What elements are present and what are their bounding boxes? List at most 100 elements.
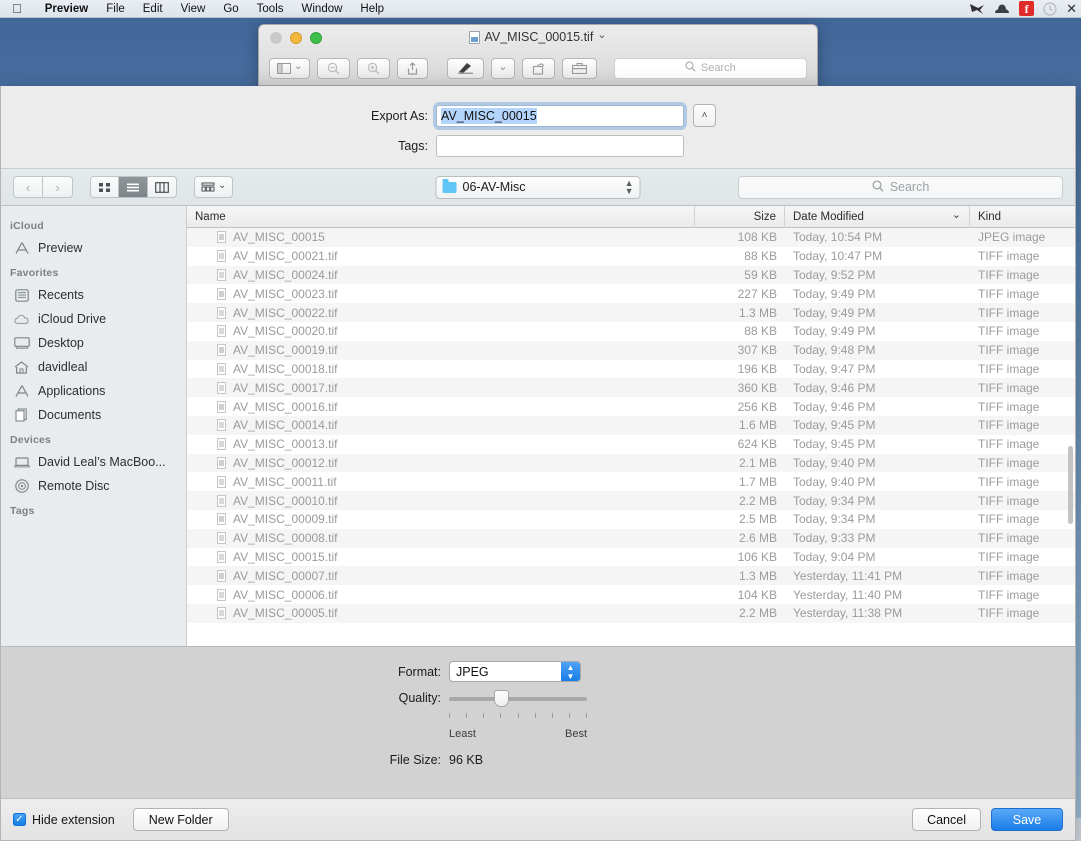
file-name-text: AV_MISC_00005.tif — [233, 606, 338, 621]
menu-item-view[interactable]: View — [172, 3, 215, 15]
share-button[interactable] — [397, 57, 429, 79]
menu-item-preview[interactable]: Preview — [36, 3, 97, 15]
view-mode-group — [90, 176, 177, 198]
file-name-text: AV_MISC_00021.tif — [233, 249, 338, 264]
sidebar-item-applications[interactable]: Applications — [1, 379, 186, 403]
hide-extension-checkbox[interactable]: ✓ — [13, 813, 26, 826]
format-select[interactable]: JPEG ▲ ▼ — [449, 661, 581, 682]
table-row[interactable]: AV_MISC_00024.tif 59 KB Today, 9:52 PM TIFF… — [187, 265, 1075, 285]
export-as-input[interactable]: AV_MISC_00015 — [436, 104, 684, 127]
table-row[interactable] — [187, 622, 1075, 642]
table-row[interactable]: AV_MISC_00007.tif 1.3 MB Yesterday, 11:41 … — [187, 566, 1075, 586]
title-chevron-down-icon[interactable]: ⌄ — [597, 28, 606, 41]
sidebar-item-label: davidleal — [38, 360, 88, 374]
sidebar-item-macbook[interactable]: David Leal’s MacBoo... — [1, 450, 186, 474]
export-save-sheet: Export As: AV_MISC_00015 ˄ Tags: ‹ › ⌄ 0… — [0, 86, 1076, 841]
menu-item-window[interactable]: Window — [293, 3, 352, 15]
leastbest-spacer — [1, 727, 441, 741]
sidebar-toggle-button[interactable]: ⌄ — [269, 57, 311, 79]
column-header-date-modified[interactable]: Date Modified ⌄ — [785, 205, 970, 228]
arrange-by-button[interactable]: ⌄ — [194, 176, 234, 198]
table-row[interactable]: AV_MISC_00022.tif 1.3 MB Today, 9:49 PM TIF… — [187, 303, 1075, 322]
file-icon — [217, 250, 226, 263]
table-row[interactable]: AV_MISC_00005.tif 2.2 MB Yesterday, 11:38 … — [187, 603, 1075, 623]
table-row[interactable]: AV_MISC_00016.tif 256 KB Today, 9:46 PM TIF… — [187, 397, 1075, 416]
facebook-icon[interactable]: f — [1019, 1, 1035, 16]
markup-chevron-button[interactable]: ⌄ — [491, 57, 515, 79]
sidebar-item-icloud-drive[interactable]: iCloud Drive — [1, 307, 186, 331]
table-row[interactable]: AV_MISC_00014.tif 1.6 MB Today, 9:45 PM TIF… — [187, 415, 1075, 435]
preview-window-titlebar[interactable]: AV_MISC_00015.tif ⌄ — [259, 25, 817, 51]
file-list-scrollbar[interactable] — [1068, 446, 1073, 524]
cell-name: AV_MISC_00005.tif — [187, 606, 695, 620]
tags-input[interactable] — [436, 135, 684, 157]
table-row[interactable]: AV_MISC_00020.tif 88 KB Today, 9:49 PM TIFF… — [187, 321, 1075, 341]
sidebar-item-desktop[interactable]: Desktop — [1, 331, 186, 355]
table-row[interactable]: AV_MISC_00018.tif 196 KB Today, 9:47 PM TIF… — [187, 359, 1075, 379]
hide-extension-label[interactable]: Hide extension — [32, 813, 115, 827]
sidebar-item-label: Recents — [38, 288, 84, 302]
column-header-size[interactable]: Size — [695, 205, 785, 228]
cell-name: AV_MISC_00009.tif — [187, 512, 695, 526]
markup-button[interactable] — [447, 57, 485, 79]
sidebar-item-preview[interactable]: Preview — [1, 236, 186, 260]
menu-item-go[interactable]: Go — [214, 3, 247, 15]
cell-date-modified: Today, 9:34 PM — [793, 512, 876, 527]
save-button[interactable]: Save — [991, 808, 1063, 831]
sidebar-item-davidleal[interactable]: davidleal — [1, 355, 186, 379]
cell-size: 2.5 MB — [738, 512, 777, 527]
table-row[interactable]: AV_MISC_00021.tif 88 KB Today, 10:47 PM TIF… — [187, 246, 1075, 266]
cell-name: AV_MISC_00019.tif — [187, 343, 695, 357]
preview-search-field[interactable]: Search — [613, 57, 807, 79]
cancel-button[interactable]: Cancel — [912, 808, 981, 831]
zoom-out-button[interactable] — [317, 57, 351, 79]
view-as-list-button[interactable] — [119, 176, 148, 198]
time-machine-icon[interactable] — [1043, 1, 1057, 16]
finder-search-field[interactable]: Search — [738, 175, 1063, 199]
location-popup-button[interactable]: 06-AV-Misc ▲ ▼ — [435, 175, 641, 199]
table-row[interactable]: AV_MISC_00023.tif 227 KB Today, 9:49 PM TIF… — [187, 284, 1075, 304]
sidebar-item-remote-disc[interactable]: Remote Disc — [1, 474, 186, 498]
file-list-body[interactable]: AV_MISC_00015 108 KB Today, 10:54 PM JPEG i… — [187, 228, 1075, 646]
sidebar-item-recents[interactable]: Recents — [1, 283, 186, 307]
table-row[interactable]: AV_MISC_00006.tif 104 KB Yesterday, 11:40 … — [187, 585, 1075, 604]
expand-collapse-button[interactable]: ˄ — [693, 104, 716, 127]
cell-name: AV_MISC_00015.tif — [187, 550, 695, 564]
table-row[interactable]: AV_MISC_00013.tif 624 KB Today, 9:45 PM TIF… — [187, 434, 1075, 454]
column-header-kind[interactable]: Kind — [970, 206, 1075, 228]
menu-item-edit[interactable]: Edit — [134, 3, 172, 15]
nav-back-button[interactable]: ‹ — [13, 176, 43, 198]
cell-name: AV_MISC_00012.tif — [187, 456, 695, 470]
apple-menu-icon[interactable]:  — [12, 2, 22, 15]
sidebar-section-favorites: Favorites — [10, 267, 59, 279]
menu-item-file[interactable]: File — [97, 3, 134, 15]
nav-forward-button[interactable]: › — [43, 176, 73, 198]
rotate-button[interactable] — [521, 57, 555, 79]
table-row[interactable]: AV_MISC_00019.tif 307 KB Today, 9:48 PM TIF… — [187, 340, 1075, 360]
menu-item-tools[interactable]: Tools — [248, 3, 293, 15]
table-row[interactable]: AV_MISC_00010.tif 2.2 MB Today, 9:34 PM TIF… — [187, 491, 1075, 510]
toolbox-button[interactable] — [561, 57, 597, 79]
hummingbird-icon[interactable] — [969, 3, 985, 15]
cell-name: AV_MISC_00024.tif — [187, 268, 695, 282]
sidebar-item-documents[interactable]: Documents — [1, 403, 186, 427]
table-row[interactable]: AV_MISC_00015 108 KB Today, 10:54 PM JPEG i… — [187, 228, 1075, 247]
table-row[interactable]: AV_MISC_00009.tif 2.5 MB Today, 9:34 PM TIF… — [187, 509, 1075, 529]
column-header-name[interactable]: Name — [187, 205, 695, 228]
table-row[interactable]: AV_MISC_00015.tif 106 KB Today, 9:04 PM TIF… — [187, 547, 1075, 567]
bowler-hat-icon[interactable] — [994, 3, 1010, 14]
new-folder-button[interactable]: New Folder — [132, 808, 229, 831]
notification-center-icon[interactable]: ✕ — [1066, 2, 1077, 15]
menu-item-help[interactable]: Help — [351, 3, 393, 15]
cell-name: AV_MISC_00017.tif — [187, 381, 695, 395]
view-as-icons-button[interactable] — [90, 176, 119, 198]
view-as-columns-button[interactable] — [148, 176, 177, 198]
quality-slider-thumb[interactable] — [493, 690, 509, 707]
table-row[interactable]: AV_MISC_00008.tif 2.6 MB Today, 9:33 PM TIF… — [187, 528, 1075, 548]
sidebar-item-label: Desktop — [38, 336, 84, 350]
quality-slider[interactable] — [449, 690, 587, 707]
zoom-in-button[interactable] — [357, 57, 391, 79]
table-row[interactable]: AV_MISC_00012.tif 2.1 MB Today, 9:40 PM TIF… — [187, 453, 1075, 473]
table-row[interactable]: AV_MISC_00011.tif 1.7 MB Today, 9:40 PM TIF… — [187, 472, 1075, 492]
table-row[interactable]: AV_MISC_00017.tif 360 KB Today, 9:46 PM TIF… — [187, 378, 1075, 398]
